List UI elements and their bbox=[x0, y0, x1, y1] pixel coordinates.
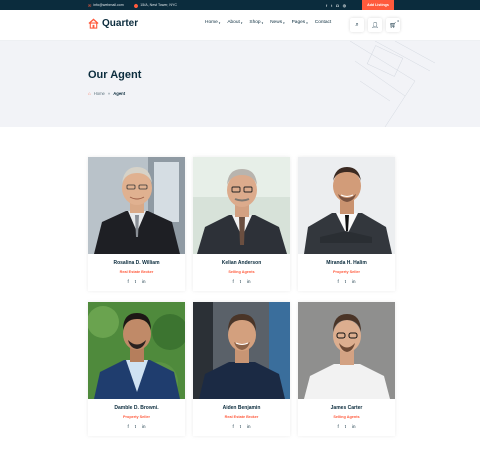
logo-text: Quarter bbox=[102, 18, 139, 29]
dribbble-icon[interactable]: ◍ bbox=[343, 3, 347, 8]
agent-social: f t in bbox=[193, 279, 290, 284]
home-icon: ⌂ bbox=[88, 91, 91, 96]
breadcrumb-home[interactable]: Home bbox=[94, 91, 105, 96]
agent-photo bbox=[193, 302, 290, 399]
agent-card[interactable]: James Carter Selling Agents f t in bbox=[298, 302, 395, 436]
envelope-icon: ✉ bbox=[88, 2, 92, 8]
twitter-icon[interactable]: t bbox=[345, 279, 346, 284]
agent-role: Real Estate Broker bbox=[119, 270, 154, 274]
instagram-icon[interactable]: ◘ bbox=[336, 3, 338, 8]
twitter-icon[interactable]: t bbox=[240, 424, 241, 429]
linkedin-icon[interactable]: in bbox=[247, 279, 251, 284]
linkedin-icon[interactable]: in bbox=[142, 279, 146, 284]
agent-role: Property Seller bbox=[332, 270, 360, 274]
facebook-icon[interactable]: f bbox=[337, 279, 338, 284]
breadcrumb-separator: » bbox=[107, 91, 111, 96]
topbar-email[interactable]: ✉ info@webmail.com bbox=[88, 3, 124, 8]
header-actions: ⌕ 👤︎ 🛒︎ 0 bbox=[350, 18, 400, 32]
twitter-icon[interactable]: t bbox=[240, 279, 241, 284]
nav-news[interactable]: News ▾ bbox=[270, 20, 285, 25]
nav-shop[interactable]: Shop ▾ bbox=[249, 20, 263, 25]
agent-name[interactable]: Damble D. Browni. bbox=[88, 405, 185, 411]
agent-grid: Rosalina D. William Real Estate Broker f… bbox=[88, 157, 395, 436]
agent-card[interactable]: Damble D. Browni. Property Seller f t in bbox=[88, 302, 185, 436]
topbar-social: f t ◘ ◍ bbox=[326, 0, 346, 10]
account-button[interactable]: 👤︎ bbox=[368, 18, 382, 32]
agent-name[interactable]: Kelian Anderson bbox=[193, 260, 290, 266]
linkedin-icon[interactable]: in bbox=[142, 424, 146, 429]
agent-name[interactable]: Rosalina D. William bbox=[88, 260, 185, 266]
agent-photo bbox=[298, 302, 395, 399]
chevron-down-icon: ▾ bbox=[306, 20, 308, 25]
cart-icon: 🛒︎ bbox=[389, 22, 397, 29]
agent-role: Selling Agents bbox=[333, 415, 360, 419]
search-icon: ⌕ bbox=[355, 21, 359, 28]
twitter-icon[interactable]: t bbox=[345, 424, 346, 429]
nav-pages[interactable]: Pages ▾ bbox=[292, 20, 308, 25]
map-pin-icon: ⬤ bbox=[133, 2, 139, 8]
breadcrumb: ⌂ Home » Agent bbox=[88, 91, 125, 96]
user-icon: 👤︎ bbox=[371, 22, 379, 29]
search-button[interactable]: ⌕ bbox=[350, 18, 364, 32]
linkedin-icon[interactable]: in bbox=[247, 424, 251, 429]
agent-social: f t in bbox=[298, 279, 395, 284]
agent-social: f t in bbox=[88, 424, 185, 429]
twitter-icon[interactable]: t bbox=[135, 424, 136, 429]
chevron-down-icon: ▾ bbox=[283, 20, 285, 25]
topbar-address: ⬤ 15/A, Nest Tower, NYC bbox=[133, 2, 177, 8]
linkedin-icon[interactable]: in bbox=[352, 279, 356, 284]
facebook-icon[interactable]: f bbox=[232, 279, 233, 284]
facebook-icon[interactable]: f bbox=[337, 424, 338, 429]
agent-social: f t in bbox=[193, 424, 290, 429]
facebook-icon[interactable]: f bbox=[127, 424, 128, 429]
agent-role: Property Seller bbox=[122, 415, 150, 419]
logo[interactable]: Quarter bbox=[88, 18, 138, 29]
page-title: Our Agent bbox=[88, 69, 142, 81]
agent-role: Real Estate Broker bbox=[224, 415, 259, 419]
linkedin-icon[interactable]: in bbox=[352, 424, 356, 429]
agent-card[interactable]: Miranda H. Halim Property Seller f t in bbox=[298, 157, 395, 291]
chevron-down-icon: ▾ bbox=[240, 20, 243, 25]
agent-role: Selling Agents bbox=[228, 270, 255, 274]
facebook-icon[interactable]: f bbox=[127, 279, 128, 284]
agent-photo bbox=[88, 302, 185, 399]
agent-name[interactable]: Miranda H. Halim bbox=[298, 260, 395, 266]
agent-social: f t in bbox=[88, 279, 185, 284]
breadcrumb-current: Agent bbox=[113, 91, 126, 96]
twitter-icon[interactable]: t bbox=[135, 279, 136, 284]
nav-home[interactable]: Home ▾ bbox=[205, 20, 220, 25]
blueprint-decoration bbox=[349, 41, 435, 127]
chevron-down-icon: ▾ bbox=[218, 20, 221, 25]
main-nav: Home ▾ About ▾ Shop ▾ News ▾ Pages ▾ Contact bbox=[205, 20, 331, 25]
agent-social: f t in bbox=[298, 424, 395, 429]
agent-card[interactable]: Kelian Anderson Selling Agents f t in bbox=[193, 157, 290, 291]
twitter-icon[interactable]: t bbox=[331, 3, 332, 8]
cart-button[interactable]: 🛒︎ 0 bbox=[386, 18, 400, 32]
agent-photo bbox=[298, 157, 395, 254]
topbar: ✉ info@webmail.com ⬤ 15/A, Nest Tower, NYC… bbox=[0, 0, 480, 10]
nav-contact[interactable]: Contact bbox=[315, 20, 332, 25]
nav-about[interactable]: About ▾ bbox=[227, 20, 242, 25]
agent-photo bbox=[88, 157, 185, 254]
site-header: Quarter Home ▾ About ▾ Shop ▾ News ▾ Pages ▾ … bbox=[0, 10, 480, 41]
agent-name[interactable]: Aiden Benjamin bbox=[193, 405, 290, 411]
agent-name[interactable]: James Carter bbox=[298, 405, 395, 411]
agent-photo bbox=[193, 157, 290, 254]
cart-count: 0 bbox=[397, 19, 399, 23]
chevron-down-icon: ▾ bbox=[261, 20, 264, 25]
add-listing-button[interactable]: Add Listings bbox=[362, 0, 394, 10]
agent-card[interactable]: Rosalina D. William Real Estate Broker f… bbox=[88, 157, 185, 291]
house-logo-icon bbox=[88, 18, 99, 29]
agent-card[interactable]: Aiden Benjamin Real Estate Broker f t in bbox=[193, 302, 290, 436]
page-banner: Our Agent ⌂ Home » Agent bbox=[0, 41, 480, 127]
facebook-icon[interactable]: f bbox=[326, 3, 327, 8]
facebook-icon[interactable]: f bbox=[232, 424, 233, 429]
